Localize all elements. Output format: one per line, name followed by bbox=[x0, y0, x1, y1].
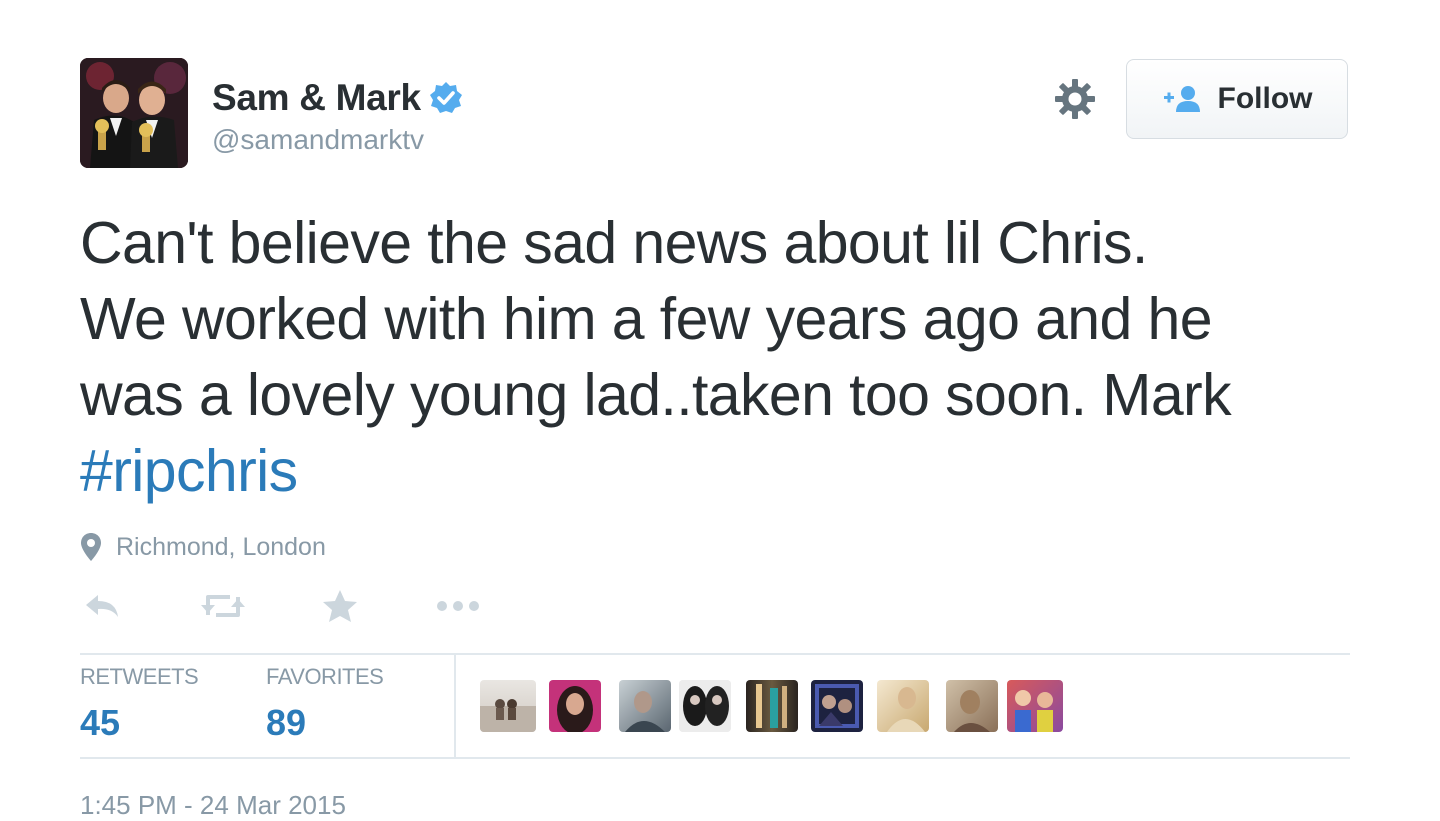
stats-divider-top bbox=[80, 653, 1350, 655]
stats-separator bbox=[454, 655, 456, 757]
favorite-icon[interactable] bbox=[322, 586, 358, 626]
gear-icon[interactable] bbox=[1052, 76, 1098, 122]
location-pin-icon bbox=[80, 532, 102, 562]
hashtag-link[interactable]: #ripchris bbox=[80, 433, 1380, 509]
favorites-label: FAVORITES bbox=[266, 664, 384, 689]
location-text: Richmond, London bbox=[116, 532, 326, 561]
tweet-text-line: Can't believe the sad news about lil Chr… bbox=[80, 210, 1148, 276]
favorites-count: 89 bbox=[266, 702, 307, 743]
avatar-photo bbox=[80, 58, 188, 168]
author-handle[interactable]: @samandmarktv bbox=[212, 124, 424, 156]
tweet-location[interactable]: Richmond, London bbox=[80, 530, 326, 564]
more-icon[interactable] bbox=[434, 586, 484, 626]
favorites-stat[interactable]: FAVORITES 89 bbox=[266, 664, 384, 744]
favoriter-avatar[interactable] bbox=[619, 680, 671, 732]
retweet-icon[interactable] bbox=[200, 586, 246, 626]
reply-icon[interactable] bbox=[82, 586, 122, 626]
add-user-icon bbox=[1162, 84, 1204, 114]
favoriter-avatar[interactable] bbox=[1007, 680, 1063, 732]
follow-button[interactable]: Follow bbox=[1126, 59, 1348, 139]
tweet-text-line: was a lovely young lad..taken too soon. … bbox=[80, 362, 1232, 428]
favoriter-avatar[interactable] bbox=[811, 680, 863, 732]
follow-button-label: Follow bbox=[1217, 82, 1313, 115]
retweets-stat[interactable]: RETWEETS 45 bbox=[80, 664, 199, 744]
tweet-text-line: We worked with him a few years ago and h… bbox=[80, 286, 1213, 352]
favoriter-avatar[interactable] bbox=[746, 680, 798, 732]
favoriter-avatar[interactable] bbox=[877, 680, 929, 732]
favoriter-avatar[interactable] bbox=[549, 680, 601, 732]
favoriter-avatar[interactable] bbox=[679, 680, 731, 732]
retweets-count: 45 bbox=[80, 702, 121, 743]
author-avatar[interactable] bbox=[80, 58, 188, 168]
retweets-label: RETWEETS bbox=[80, 664, 199, 689]
verified-badge-icon bbox=[429, 81, 463, 115]
stats-divider-bottom bbox=[80, 757, 1350, 759]
favoriter-avatar[interactable] bbox=[946, 680, 998, 732]
tweet-text: Can't believe the sad news about lil Chr… bbox=[80, 205, 1380, 509]
favoriter-avatar[interactable] bbox=[480, 680, 536, 732]
author-name-row[interactable]: Sam & Mark bbox=[212, 76, 463, 120]
author-display-name[interactable]: Sam & Mark bbox=[212, 77, 421, 119]
